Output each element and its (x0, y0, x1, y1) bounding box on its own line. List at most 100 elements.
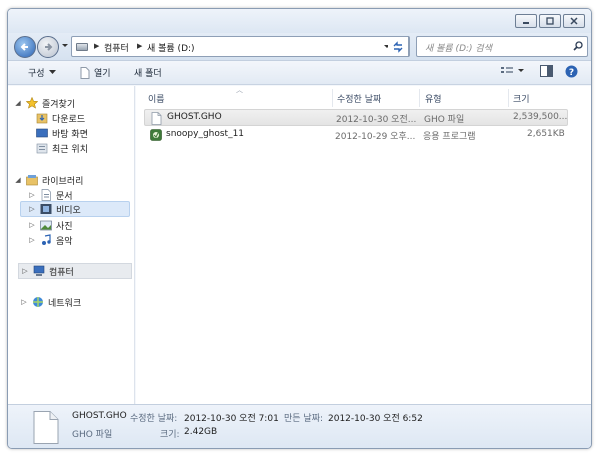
collapse-arrow-icon[interactable]: ▷ (28, 191, 36, 199)
svg-text:?: ? (569, 68, 574, 78)
organize-label: 구성 (28, 69, 45, 79)
nav-computer-label: 컴퓨터 (49, 267, 74, 278)
nav-downloads[interactable]: 다운로드 (36, 110, 85, 126)
column-divider[interactable] (508, 89, 509, 107)
navigation-bar: ▶ 컴퓨터 ▶ 새 볼륨 (D:) 새 볼륨 (D:) 검색 (8, 33, 591, 61)
nav-computer[interactable]: ▷ 컴퓨터 (18, 263, 132, 279)
search-icon[interactable] (573, 41, 583, 51)
nav-videos[interactable]: ▷ 비디오 (20, 201, 130, 217)
chevron-down-icon (48, 70, 56, 74)
details-modified-label: 수정한 날짜: (130, 414, 178, 424)
view-list-icon (501, 67, 513, 73)
music-icon (42, 234, 51, 245)
details-size-label: 크기: (160, 430, 180, 440)
explorer-window: ▶ 컴퓨터 ▶ 새 볼륨 (D:) 새 볼륨 (D:) 검색 구성 열기 새 폴… (7, 8, 592, 449)
search-input[interactable]: 새 볼륨 (D:) 검색 (416, 36, 588, 57)
breadcrumb-volume-d[interactable]: 새 볼륨 (D:) (147, 41, 195, 54)
recent-places-icon (36, 143, 48, 154)
nav-pictures-label: 사진 (56, 221, 73, 232)
organize-button[interactable]: 구성 (28, 66, 56, 79)
expand-arrow-icon[interactable]: ◢ (14, 99, 22, 107)
nav-network[interactable]: ▷ 네트워크 (20, 294, 81, 310)
file-name: snoopy_ghost_11 (166, 129, 245, 139)
nav-music[interactable]: ▷ 음악 (28, 232, 73, 248)
forward-button[interactable] (37, 36, 59, 58)
video-icon (40, 204, 52, 214)
breadcrumb-computer[interactable]: 컴퓨터 (104, 41, 129, 54)
chevron-down-icon (518, 69, 524, 72)
help-icon: ? (565, 65, 578, 78)
desktop-icon (36, 128, 48, 138)
nav-libraries[interactable]: ◢ 라이브러리 (14, 172, 83, 188)
open-button[interactable]: 열기 (80, 66, 111, 79)
help-button[interactable]: ? (565, 65, 578, 78)
minimize-button[interactable] (515, 14, 537, 28)
refresh-button[interactable] (388, 36, 409, 57)
chevron-right-icon[interactable]: ▶ (94, 42, 99, 50)
file-row-snoopy-ghost[interactable]: snoopy_ghost_11 2012-10-29 오후... 응용 프로그램… (144, 127, 568, 144)
maximize-icon (546, 17, 554, 25)
nav-desktop-label: 바탕 화면 (52, 129, 88, 140)
preview-pane-icon (540, 65, 553, 77)
application-icon (150, 129, 162, 141)
nav-desktop[interactable]: 바탕 화면 (36, 125, 88, 141)
window-controls (515, 14, 585, 28)
details-created-value: 2012-10-30 오전 6:52 (328, 414, 423, 424)
column-header-size[interactable]: 크기 (513, 92, 530, 105)
collapse-arrow-icon[interactable]: ▷ (28, 205, 36, 213)
command-toolbar: 구성 열기 새 폴더 ? (8, 61, 591, 85)
view-options-button[interactable] (500, 65, 525, 77)
new-folder-button[interactable]: 새 폴더 (134, 66, 162, 79)
column-divider[interactable] (419, 89, 420, 107)
refresh-icon (393, 40, 403, 53)
network-icon (33, 297, 43, 307)
title-bar (8, 9, 591, 33)
collapse-arrow-icon[interactable]: ▷ (28, 236, 36, 244)
downloads-folder-icon (36, 113, 48, 124)
file-date: 2012-10-30 오전... (336, 115, 417, 125)
back-button[interactable] (14, 36, 36, 58)
document-icon (80, 66, 90, 79)
drive-icon (76, 43, 88, 51)
file-size: 2,539,500... (513, 112, 568, 122)
details-created-label: 만든 날짜: (284, 414, 324, 424)
expand-arrow-icon[interactable]: ◢ (14, 176, 22, 184)
file-type: GHO 파일 (424, 115, 465, 125)
column-divider[interactable] (332, 89, 333, 107)
nav-pictures[interactable]: ▷ 사진 (28, 217, 73, 233)
recent-pages-dropdown[interactable] (61, 43, 69, 49)
nav-documents-label: 문서 (56, 191, 73, 202)
nav-favorites[interactable]: ◢ 즐겨찾기 (14, 95, 75, 111)
details-filename: GHOST.GHO (72, 411, 127, 421)
file-date: 2012-10-29 오후... (335, 132, 416, 142)
details-pane: GHOST.GHO GHO 파일 수정한 날짜: 2012-10-30 오전 7… (8, 404, 591, 448)
column-header-name[interactable]: 이름 (148, 92, 165, 105)
column-header-date[interactable]: 수정한 날짜 (337, 92, 381, 105)
collapse-arrow-icon[interactable]: ▷ (28, 221, 36, 229)
nav-recent-label: 최근 위치 (52, 144, 88, 155)
navigation-pane: ◢ 즐겨찾기 다운로드 바탕 화면 최근 위치 ◢ 라이브러리 ▷ 문서 ▷ 비… (8, 86, 135, 404)
details-size-value: 2.42GB (184, 427, 218, 437)
close-button[interactable] (563, 14, 585, 28)
file-size: 2,651KB (527, 129, 565, 139)
arrow-left-icon (20, 43, 28, 51)
sort-ascending-icon: ︿ (236, 86, 243, 94)
minimize-icon (523, 22, 529, 24)
nav-music-label: 음악 (56, 236, 73, 247)
details-filetype: GHO 파일 (72, 430, 113, 440)
address-bar[interactable]: ▶ 컴퓨터 ▶ 새 볼륨 (D:) (71, 36, 410, 57)
collapse-arrow-icon[interactable]: ▷ (20, 298, 28, 306)
preview-pane-button[interactable] (540, 65, 553, 77)
nav-favorites-label: 즐겨찾기 (42, 99, 76, 110)
file-large-icon (33, 411, 59, 444)
file-row-ghost-gho[interactable]: GHOST.GHO 2012-10-30 오전... GHO 파일 2,539,… (144, 109, 568, 126)
open-label: 열기 (94, 69, 111, 79)
file-list: ︿ 이름 수정한 날짜 유형 크기 GHOST.GHO 2012-10-30 오… (136, 86, 591, 404)
collapse-arrow-icon[interactable]: ▷ (21, 267, 29, 275)
nav-recent[interactable]: 최근 위치 (36, 140, 88, 156)
file-type: 응용 프로그램 (423, 132, 476, 142)
column-header-type[interactable]: 유형 (425, 92, 442, 105)
maximize-button[interactable] (539, 14, 561, 28)
chevron-right-icon[interactable]: ▶ (137, 42, 142, 50)
documents-icon (41, 189, 51, 201)
